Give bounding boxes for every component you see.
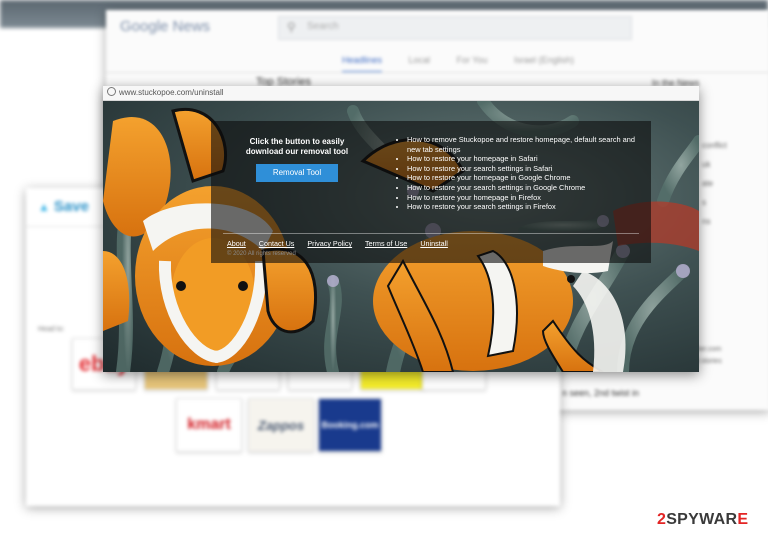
footer-divider	[223, 233, 639, 234]
footer-links: About Contact Us Privacy Policy Terms of…	[227, 239, 459, 248]
side-item[interactable]: ns	[702, 212, 727, 231]
copyright-text: © 2020 All rights reserved	[227, 251, 296, 257]
tile-kmart[interactable]: kmart	[176, 398, 242, 452]
footer-link-uninstall[interactable]: Uninstall	[420, 239, 448, 248]
side-item[interactable]: s	[702, 193, 727, 212]
instruction-link[interactable]: How to restore your search settings in G…	[407, 183, 647, 193]
watermark-logo: 2SPYWARE	[657, 511, 748, 529]
footer-link-about[interactable]: About	[227, 239, 246, 248]
address-url: www.stuckopoe.com/uninstall	[119, 88, 224, 97]
news-search-box[interactable]: ⚲ Search	[278, 16, 632, 40]
save-logo: Save	[38, 198, 89, 215]
stuckopoe-popup-window: www.stuckopoe.com/uninstall Click the bu…	[103, 86, 699, 372]
head-to-label: Head to:	[38, 326, 65, 333]
footer-link-privacy[interactable]: Privacy Policy	[307, 239, 352, 248]
info-icon	[107, 87, 116, 96]
instruction-link[interactable]: How to restore your search settings in F…	[407, 202, 647, 212]
side-item[interactable]: ate	[702, 174, 727, 193]
news-headline-snippet[interactable]: n seen, 2nd twist in	[562, 388, 639, 398]
search-placeholder: Search	[307, 21, 339, 32]
news-divider	[106, 72, 768, 73]
tile-zappos[interactable]: Zappos	[248, 398, 314, 452]
side-item[interactable]: uk	[702, 155, 727, 174]
tab-edition[interactable]: Israel (English)	[514, 55, 574, 65]
promo-text: Click the button to easily download our …	[245, 137, 349, 156]
instruction-link[interactable]: How to restore your homepage in Firefox	[407, 193, 647, 203]
watermark-digit: 2	[657, 511, 667, 528]
watermark-tail: E	[737, 511, 749, 528]
side-list: conflict uk ate s ns	[702, 136, 727, 231]
watermark-letters: SPYWAR	[666, 511, 738, 528]
tab-headlines[interactable]: Headlines	[342, 55, 383, 73]
tab-local[interactable]: Local	[408, 55, 430, 65]
instruction-link[interactable]: How to remove Stuckopoe and restore home…	[407, 135, 647, 154]
footer-link-contact[interactable]: Contact Us	[259, 239, 295, 248]
news-tabs: Headlines Local For You Israel (English)	[342, 50, 596, 73]
removal-tool-button[interactable]: Removal Tool	[256, 164, 338, 182]
clownfish-background-image: Click the button to easily download our …	[103, 101, 699, 372]
tile-booking[interactable]: Booking.com	[318, 398, 382, 452]
instructions-panel: Click the button to easily download our …	[211, 121, 651, 263]
side-item[interactable]: conflict	[702, 136, 727, 155]
instruction-link[interactable]: How to restore your search settings in S…	[407, 164, 647, 174]
instruction-link[interactable]: How to restore your homepage in Google C…	[407, 173, 647, 183]
instructions-list: How to remove Stuckopoe and restore home…	[397, 135, 647, 212]
news-logo: Google News	[120, 18, 211, 35]
search-icon: ⚲	[287, 20, 296, 34]
address-bar[interactable]: www.stuckopoe.com/uninstall	[103, 86, 699, 101]
footer-link-terms[interactable]: Terms of Use	[365, 239, 407, 248]
tab-for-you[interactable]: For You	[456, 55, 487, 65]
instruction-link[interactable]: How to restore your homepage in Safari	[407, 154, 647, 164]
